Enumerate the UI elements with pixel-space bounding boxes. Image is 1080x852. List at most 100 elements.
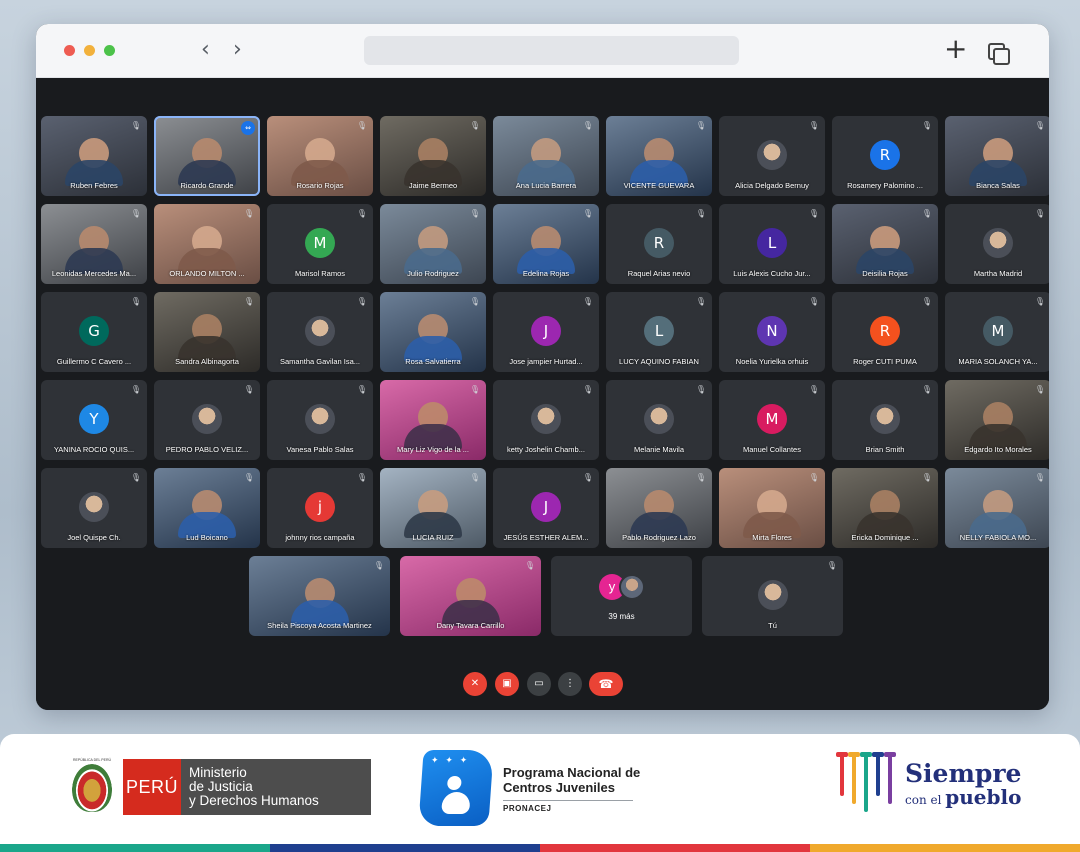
participant-tile[interactable]: 🎙 ketty Joshelin Chamb... (493, 380, 599, 460)
participant-tile[interactable]: 🎙 Bianca Salas (945, 116, 1049, 196)
participant-tile[interactable]: J 🎙 JESÚS ESTHER ALEM... (493, 468, 599, 548)
peru-label: PERÚ (123, 759, 181, 815)
mic-off-icon: 🎙 (524, 561, 535, 570)
participant-tile[interactable]: Y 🎙 YANINA ROCIO QUIS... (41, 380, 147, 460)
camera-off-button[interactable]: ▣ (495, 672, 519, 696)
participant-tile[interactable]: 🎙 Rosa Salvatierra (380, 292, 486, 372)
participant-tile[interactable]: 🎙 Mary Liz Vigo de la ... (380, 380, 486, 460)
mic-off-icon: 🎙 (695, 209, 706, 218)
participant-tile[interactable]: M 🎙 Marisol Ramos (267, 204, 373, 284)
participant-tile[interactable]: 🎙 Joel Quispe Ch. (41, 468, 147, 548)
participant-tile[interactable]: 🎙 Deisilia Rojas (832, 204, 938, 284)
participant-tile[interactable]: R 🎙 Roger CUTI PUMA (832, 292, 938, 372)
close-window-button[interactable] (64, 45, 75, 56)
participant-tile[interactable]: R 🎙 Raquel Arias nevio (606, 204, 712, 284)
new-tab-icon[interactable]: + (944, 34, 967, 64)
participant-tile[interactable]: J 🎙 Jose jampier Hurtad... (493, 292, 599, 372)
participant-tile[interactable]: 🎙 Samantha Gavilan Isa... (267, 292, 373, 372)
browser-toolbar: ‹ › + (36, 24, 1049, 78)
participant-tile[interactable]: 🎙 Melanie Mavila (606, 380, 712, 460)
participant-tile[interactable]: 🎙 Martha Madrid (945, 204, 1049, 284)
participant-tile[interactable]: 🎙 VICENTE GUEVARA (606, 116, 712, 196)
address-bar[interactable] (364, 36, 739, 65)
stripe-segment (0, 844, 270, 852)
participant-name: Tú (768, 621, 777, 630)
stripe-segment (810, 844, 1080, 852)
hang-up-button[interactable]: ☎ (589, 672, 623, 696)
more-avatars: y (599, 574, 649, 600)
mic-off-icon: 🎙 (921, 385, 932, 394)
more-participants-tile[interactable]: y 39 más (551, 556, 692, 636)
maximize-window-button[interactable] (104, 45, 115, 56)
participant-tile[interactable]: N 🎙 Noelia Yurielka orhuis (719, 292, 825, 372)
participant-tile[interactable]: 🎙 Julio Rodriguez (380, 204, 486, 284)
forward-icon[interactable]: › (233, 37, 242, 63)
participant-tile[interactable]: 🎙 Sheila Piscoya Acosta Martinez (249, 556, 390, 636)
participant-tile[interactable]: ⇔ Ricardo Grande (154, 116, 260, 196)
participant-tile[interactable]: M 🎙 MARIA SOLANCH YA... (945, 292, 1049, 372)
participant-tile[interactable]: j 🎙 johnny rios campaña (267, 468, 373, 548)
participant-tile[interactable]: L 🎙 LUCY AQUINO FABIAN (606, 292, 712, 372)
mic-off-icon: 🎙 (921, 209, 932, 218)
stripe-segment (540, 844, 810, 852)
participant-tile[interactable]: 🎙 Ericka Dominique ... (832, 468, 938, 548)
participant-tile[interactable]: 🎙 Rosario Rojas (267, 116, 373, 196)
participant-name: VICENTE GUEVARA (623, 181, 695, 190)
avatar (644, 404, 674, 434)
participant-tile[interactable]: 🎙 Dany Tavara Carrillo (400, 556, 541, 636)
mic-off-icon: 🎙 (921, 473, 932, 482)
participant-tile[interactable]: M 🎙 Manuel Collantes (719, 380, 825, 460)
participant-tile[interactable]: 🎙 Leonidas Mercedes Ma... (41, 204, 147, 284)
participant-name: Brian Smith (865, 445, 905, 454)
participant-tile[interactable]: R 🎙 Rosamery Palomino ... (832, 116, 938, 196)
mic-off-icon: 🎙 (582, 473, 593, 482)
participant-tile[interactable]: 🎙 Ana Lucia Barrera (493, 116, 599, 196)
mic-off-icon: 🎙 (582, 297, 593, 306)
participant-tile[interactable]: 🎙 Edgardo Ito Morales (945, 380, 1049, 460)
peru-coat-of-arms-icon (72, 764, 112, 812)
tabs-overview-icon[interactable] (988, 43, 1010, 65)
participant-tile[interactable]: 🎙 Pablo Rodriguez Lazo (606, 468, 712, 548)
mic-off-icon: 🎙 (808, 209, 819, 218)
participant-tile[interactable]: L 🎙 Luis Alexis Cucho Jur... (719, 204, 825, 284)
mic-off-icon: 🎙 (469, 121, 480, 130)
participant-tile[interactable]: 🎙 Brian Smith (832, 380, 938, 460)
participant-name: Ericka Dominique ... (851, 533, 919, 542)
slogan-line-1: Siempre (905, 759, 1022, 788)
mic-off-icon: 🎙 (582, 121, 593, 130)
self-tile[interactable]: 🎙 Tú (702, 556, 843, 636)
participant-tile[interactable]: 🎙 Lud Boicano (154, 468, 260, 548)
present-screen-button[interactable]: ▭ (527, 672, 551, 696)
participant-tile[interactable]: 🎙 LUCIA RUIZ (380, 468, 486, 548)
footer-banner: REPÚBLICA DEL PERÚ PERÚ Ministerio de Ju… (0, 734, 1080, 852)
participant-tile[interactable]: G 🎙 Guillermo C Cavero ... (41, 292, 147, 372)
participant-tile[interactable]: 🎙 Edelina Rojas (493, 204, 599, 284)
back-icon[interactable]: ‹ (201, 37, 210, 63)
program-acronym: PRONACEJ (503, 804, 552, 813)
participant-tile[interactable]: 🎙 Alicia Delgado Bernuy (719, 116, 825, 196)
mic-off-icon: 🎙 (1034, 297, 1045, 306)
avatar (531, 404, 561, 434)
participant-tile[interactable]: 🎙 Mirta Flores (719, 468, 825, 548)
ministry-label: Ministerio de Justicia y Derechos Humano… (181, 759, 371, 815)
logo-bar (864, 752, 868, 812)
more-options-button[interactable]: ⋮ (558, 672, 582, 696)
program-name: Programa Nacional de Centros Juveniles P… (503, 765, 640, 813)
minimize-window-button[interactable] (84, 45, 95, 56)
participant-tile[interactable]: 🎙 Vanesa Pablo Salas (267, 380, 373, 460)
participant-tile[interactable]: 🎙 PEDRO PABLO VELIZ... (154, 380, 260, 460)
participant-name: Jose jampier Hurtad... (509, 357, 583, 366)
participant-name: Guillermo C Cavero ... (56, 357, 132, 366)
avatar (192, 404, 222, 434)
participant-tile[interactable]: 🎙 NELLY FABIOLA MO... (945, 468, 1049, 548)
participant-name: Mary Liz Vigo de la ... (397, 445, 469, 454)
mic-off-icon: 🎙 (469, 385, 480, 394)
avatar-letter: N (757, 316, 787, 346)
participant-name: LUCY AQUINO FABIAN (619, 357, 699, 366)
participant-tile[interactable]: 🎙 Ruben Febres (41, 116, 147, 196)
participant-tile[interactable]: 🎙 Jaime Bermeo (380, 116, 486, 196)
participant-tile[interactable]: 🎙 ORLANDO MILTON ... (154, 204, 260, 284)
mic-off-icon: 🎙 (356, 473, 367, 482)
mic-off-button[interactable]: ✕ (463, 672, 487, 696)
participant-tile[interactable]: 🎙 Sandra Albinagorta (154, 292, 260, 372)
